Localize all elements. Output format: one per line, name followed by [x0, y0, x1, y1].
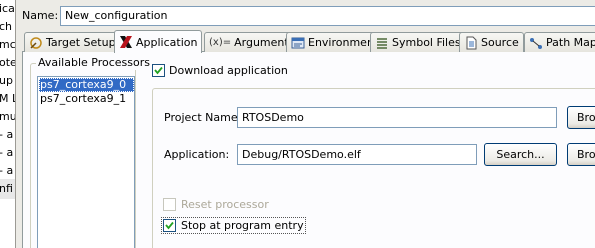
tab-application[interactable]: Application [114, 30, 203, 53]
checkmark-icon [165, 221, 174, 230]
search-button-label: Search... [496, 148, 545, 161]
reset-processor-label: Reset processor [181, 198, 269, 211]
tree-item[interactable]: - a [0, 143, 15, 163]
download-application-option[interactable]: Download application [152, 62, 288, 78]
tab-label: Symbol Files [392, 36, 461, 49]
arguments-icon: (x)= [209, 37, 232, 48]
tree-item[interactable]: ote [0, 53, 15, 73]
tree-item[interactable]: up [0, 71, 15, 91]
download-application-checkbox[interactable] [152, 63, 165, 77]
name-label: Name: [22, 8, 58, 24]
name-label-text: Name: [22, 9, 59, 22]
tree-item[interactable]: M L [0, 89, 15, 109]
launch-config-tree[interactable]: ica ch mc ote up M L mu - a - a - a nfi [0, 0, 16, 248]
project-name-label: Project Name: [164, 110, 241, 126]
tree-item[interactable]: ch [0, 17, 15, 37]
search-button[interactable]: Search... [484, 143, 557, 166]
reset-processor-option: Reset processor [163, 198, 269, 211]
processor-item-selected[interactable]: ps7_cortexa9_0 [39, 78, 134, 92]
processor-list[interactable]: ps7_cortexa9_0 ps7_cortexa9_1 [37, 76, 135, 248]
name-input[interactable]: New_configuration [60, 6, 595, 26]
checkmark-icon [154, 66, 163, 74]
xilinx-x-icon [119, 35, 133, 49]
tree-item[interactable]: mu [0, 107, 15, 127]
processors-group-title: Available Processors [36, 56, 152, 70]
application-browse-button[interactable]: Bro [567, 143, 595, 166]
tab-path-map[interactable]: Path Map [524, 32, 595, 52]
tab-symbol-files[interactable]: Symbol Files [370, 32, 466, 52]
tree-item[interactable]: - a [0, 161, 15, 181]
stop-at-entry-option[interactable]: Stop at program entry [161, 217, 306, 234]
reset-processor-checkbox [163, 198, 176, 211]
stop-at-entry-label: Stop at program entry [181, 219, 304, 232]
tab-label: Environment [308, 36, 379, 49]
symbol-files-icon [375, 36, 389, 50]
application-path-input[interactable]: Debug/RTOSDemo.elf [237, 144, 477, 165]
tab-label: Application [136, 35, 198, 49]
stop-at-entry-checkbox[interactable] [163, 219, 176, 232]
tree-item-selected[interactable]: nfi [0, 179, 15, 199]
tab-label: Source [481, 36, 519, 49]
application-label-text: Application: [164, 148, 230, 161]
target-icon [29, 36, 43, 50]
path-map-icon [529, 36, 543, 50]
project-browse-label: Bro [577, 111, 595, 124]
project-name-input[interactable]: RTOSDemo [237, 107, 557, 128]
application-label: Application: [164, 147, 229, 163]
processor-item[interactable]: ps7_cortexa9_1 [39, 92, 134, 106]
tab-label: Target Setup [46, 36, 116, 49]
source-icon [464, 36, 478, 50]
tab-environment[interactable]: Environment [286, 32, 384, 52]
tree-item[interactable]: - a [0, 125, 15, 145]
environment-icon [291, 36, 305, 50]
tab-target-setup[interactable]: Target Setup [24, 32, 121, 52]
application-browse-label: Bro [577, 148, 595, 161]
tree-item[interactable]: mc [0, 35, 15, 55]
project-name-label-text: Project Name: [164, 111, 242, 124]
project-browse-button[interactable]: Bro [567, 106, 595, 129]
tab-source[interactable]: Source [459, 32, 524, 52]
download-application-label: Download application [169, 63, 288, 77]
tab-bar: Target Setup Application (x)= Arguments … [22, 30, 595, 53]
tab-label: Path Map [546, 36, 595, 49]
